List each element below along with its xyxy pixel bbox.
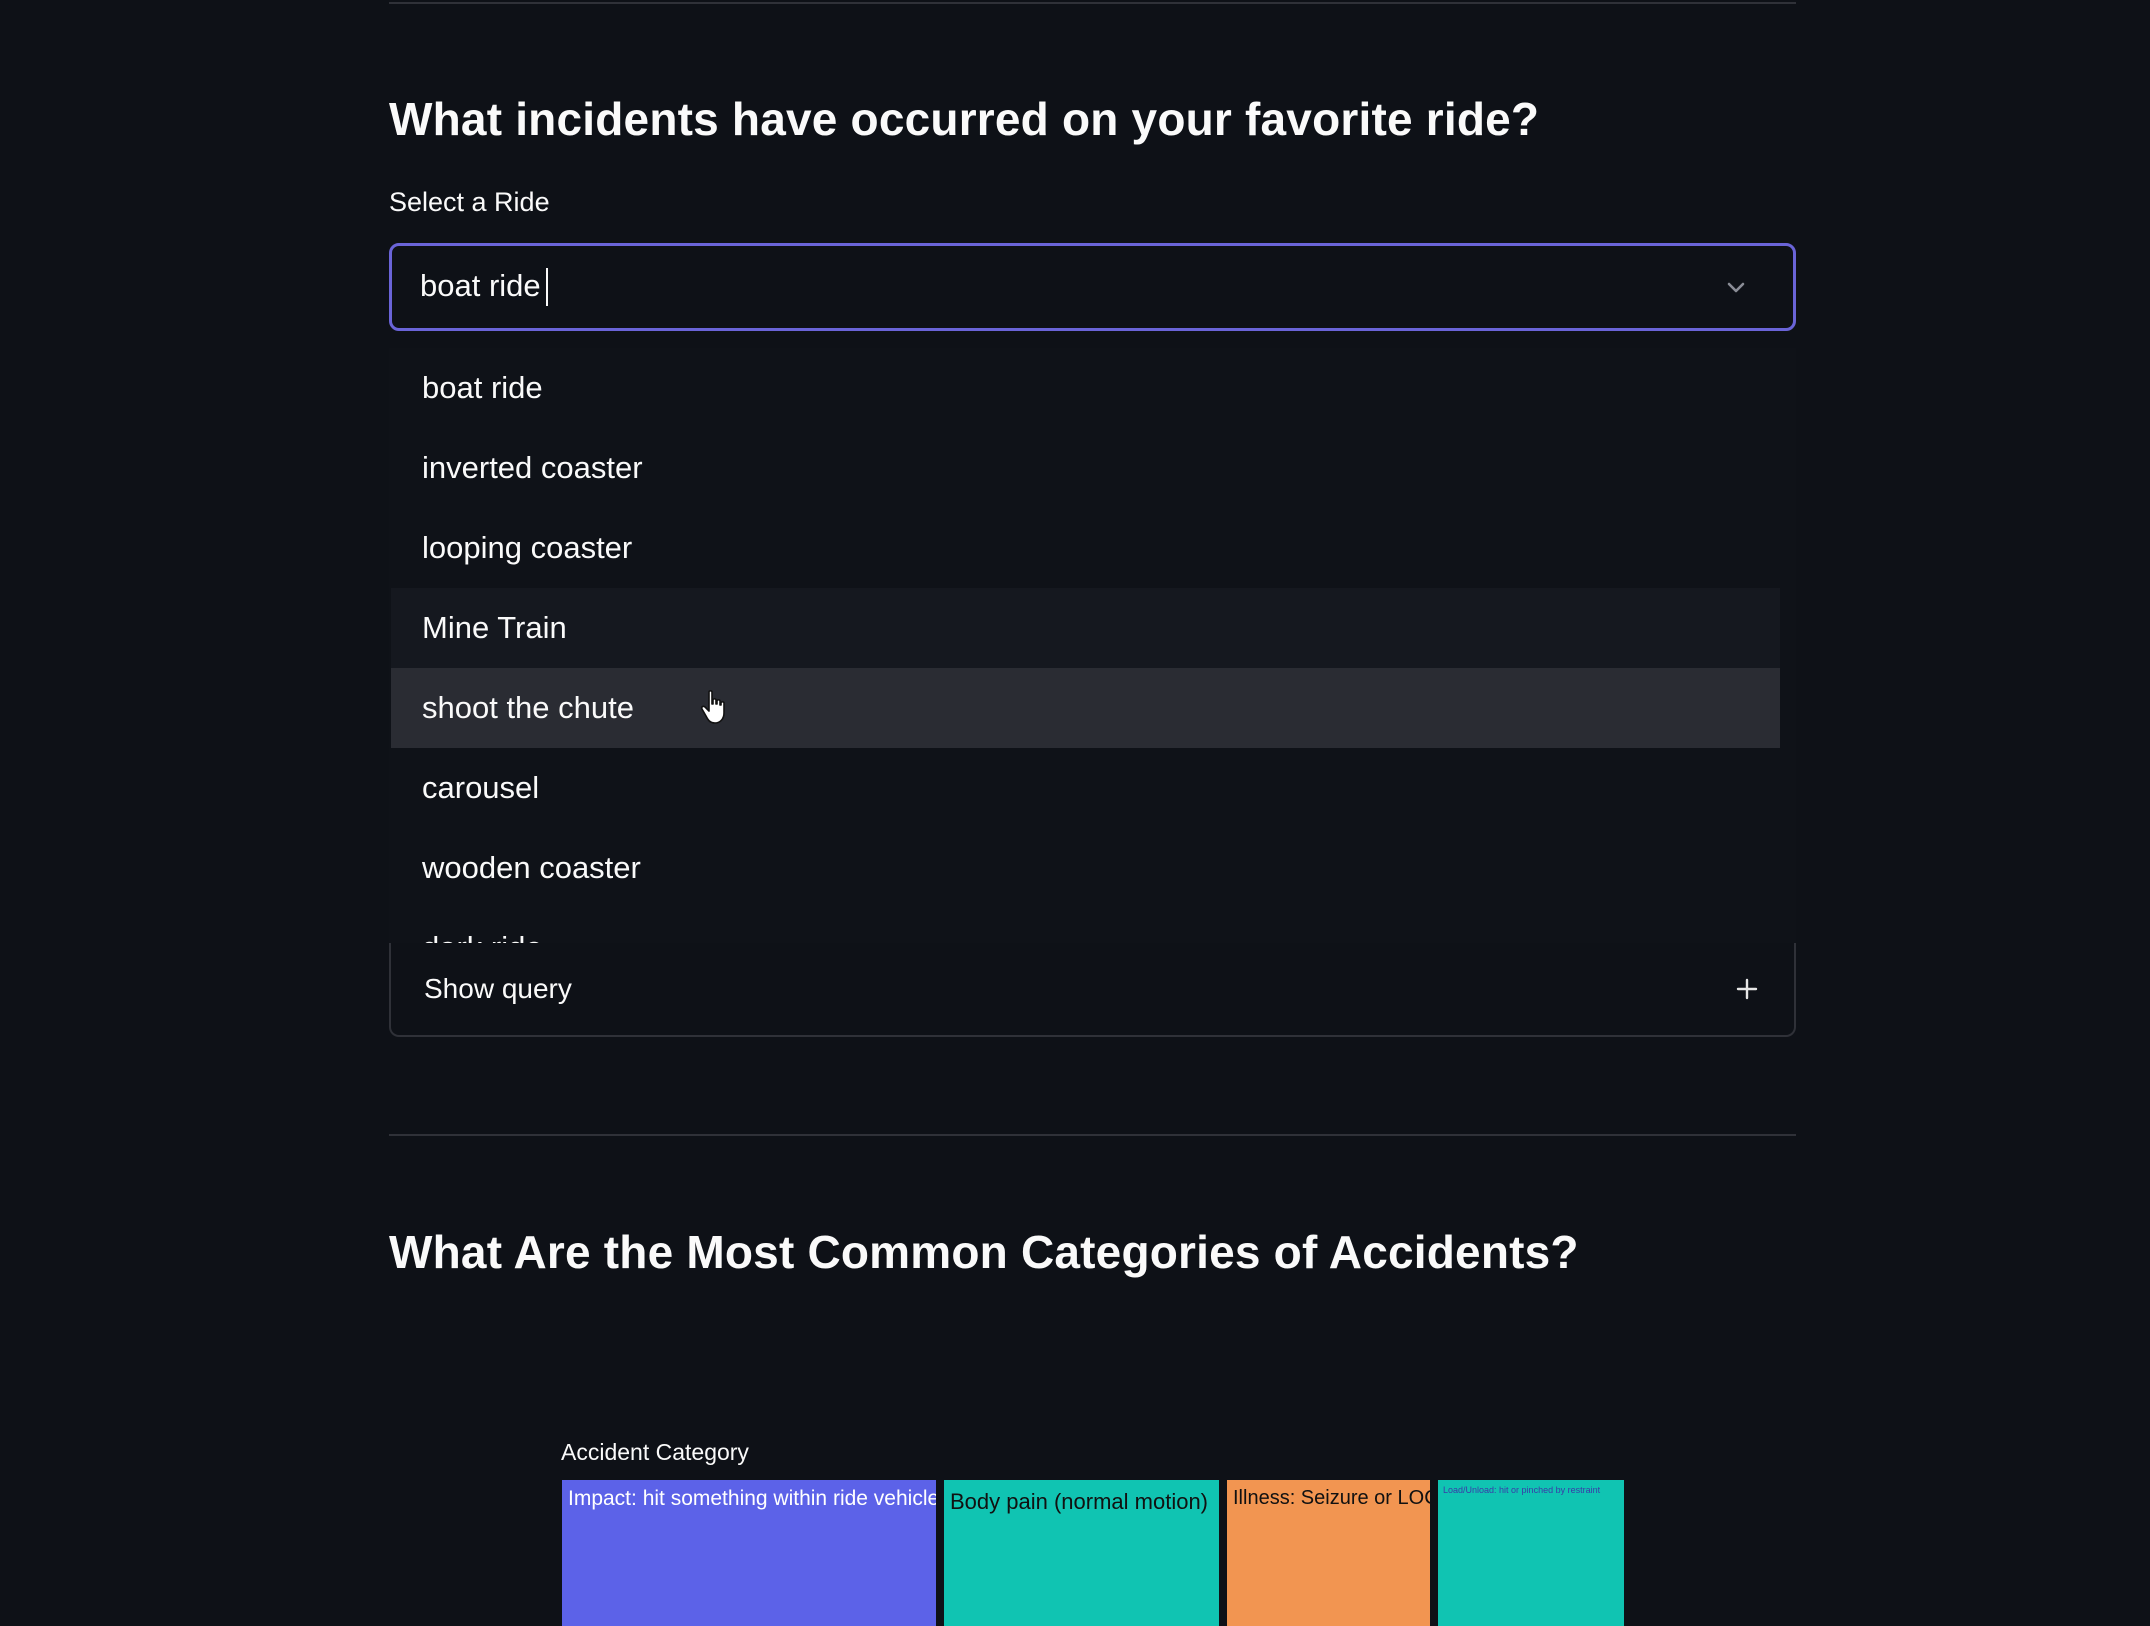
treemap-tile-label: Impact: hit something within ride vehicl… [568,1487,936,1510]
treemap-tile-label: Body pain (normal motion) [950,1489,1209,1514]
incidents-heading: What incidents have occurred on your fav… [389,93,1540,145]
treemap-tile-body-pain[interactable]: Body pain (normal motion) [944,1480,1219,1626]
ride-option[interactable]: wooden coaster [391,828,1780,908]
ride-option[interactable]: boat ride [391,348,1780,428]
ride-option-hovered[interactable]: shoot the chute [391,668,1780,748]
treemap-tile-illness[interactable]: Illness: Seizure or LOC [1227,1480,1430,1626]
ride-dropdown-list[interactable]: boat ride inverted coaster looping coast… [389,348,1796,953]
hand-pointer-icon [700,690,725,724]
ride-select-value: boat ride [420,267,541,303]
categories-heading: What Are the Most Common Categories of A… [389,1226,1579,1278]
section-divider-top [389,2,1796,4]
dropdown-scrollbar[interactable] [1782,348,1796,953]
treemap-tile-label: Load/Unload: hit or pinched by restraint [1443,1485,1601,1495]
ride-select-input[interactable]: boat ride [420,268,548,307]
show-query-expander[interactable]: Show query [389,943,1796,1037]
show-query-label: Show query [424,973,572,1004]
plus-icon[interactable] [1736,978,1758,1000]
ride-option[interactable]: Mine Train [391,588,1780,668]
ride-option[interactable]: carousel [391,748,1780,828]
treemap-tile-impact[interactable]: Impact: hit something within ride vehicl… [562,1480,936,1626]
treemap-tile-label: Illness: Seizure or LOC [1233,1487,1430,1509]
chart-title: Accident Category [561,1439,749,1465]
ride-select[interactable]: boat ride [389,243,1796,331]
section-divider [389,1134,1796,1136]
chevron-down-icon[interactable] [1725,276,1747,298]
ride-option[interactable]: looping coaster [391,508,1780,588]
select-ride-label: Select a Ride [389,187,550,217]
text-caret [545,268,548,307]
ride-option[interactable]: inverted coaster [391,428,1780,508]
treemap-tile-load-unload[interactable]: Load/Unload: hit or pinched by restraint [1438,1480,1624,1626]
app-page: What incidents have occurred on your fav… [0,0,2150,1626]
